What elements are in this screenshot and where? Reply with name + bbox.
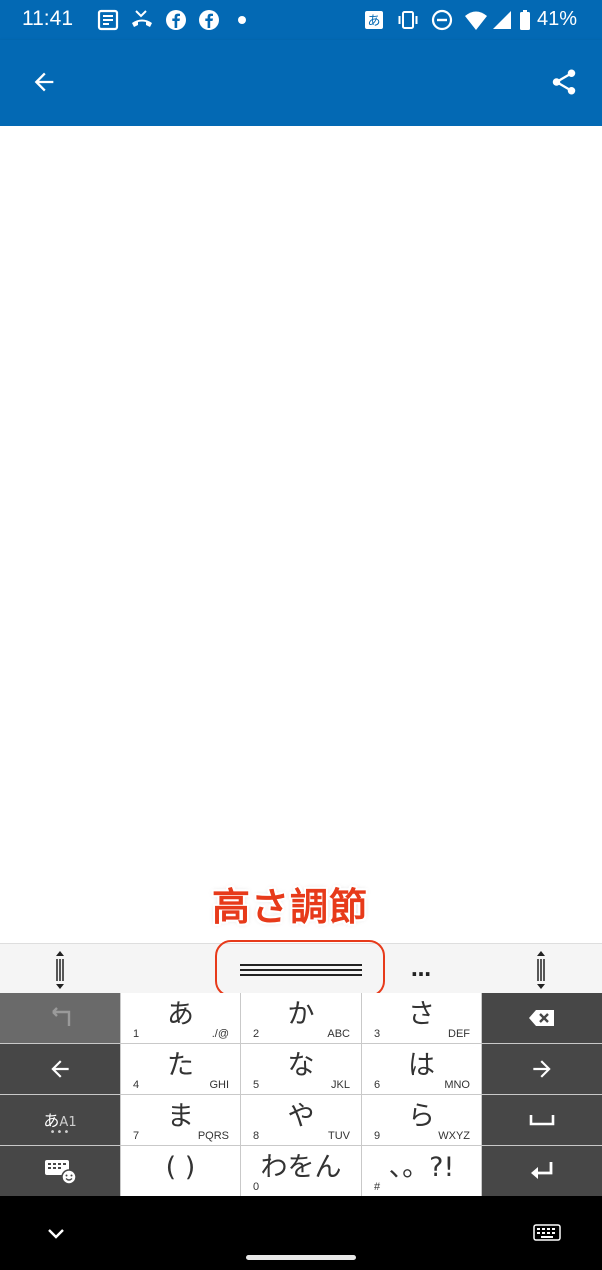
app-bar [0,40,602,126]
key-na-row[interactable]: な 5 JKL [241,1044,361,1094]
content-area [0,126,602,944]
input-mode-key[interactable]: あA1 ••• [0,1095,120,1145]
do-not-disturb-icon [430,8,454,32]
chevron-down-icon [48,1229,64,1239]
share-icon [552,69,576,95]
wifi-icon [464,8,488,32]
share-button[interactable] [542,60,586,104]
keyboard: あ 1 ./@ か 2 ABC さ 3 DEF た 4 GHI な 5 JKL … [0,993,602,1196]
vibrate-icon [396,8,420,32]
key-punctuation[interactable]: 、。?! # [362,1146,481,1196]
keyboard-emoji-key[interactable] [0,1146,120,1196]
key-ka-row[interactable]: か 2 ABC [241,993,361,1043]
facebook-icon [197,8,221,32]
facebook-icon [164,8,188,32]
arrow-back-icon [34,72,54,92]
svg-text:あ: あ [367,14,380,29]
back-button[interactable] [22,60,66,104]
home-gesture-pill[interactable] [246,1255,356,1260]
annotation-label: 高さ調節 [212,885,369,929]
key-ha-row[interactable]: は 6 MNO [362,1044,481,1094]
resize-handle-icon [56,951,64,989]
keyboard-icon [533,1224,561,1241]
undo-icon [52,1007,71,1026]
keyboard-emoji-icon [45,1160,77,1185]
signal-icon [490,8,514,32]
status-bar: 11:41 あ 41% [0,0,602,40]
undo-key[interactable] [0,993,120,1043]
collapse-keyboard-button[interactable] [40,1218,72,1250]
switch-keyboard-button[interactable] [530,1218,564,1248]
key-sa-row[interactable]: さ 3 DEF [362,993,481,1043]
key-brackets[interactable]: ( ) [121,1146,240,1196]
cursor-right-key[interactable] [482,1044,602,1094]
key-ma-row[interactable]: ま 7 PQRS [121,1095,240,1145]
arrow-right-icon [533,1060,551,1078]
keyboard-height-drag-bar[interactable] [240,963,362,979]
news-icon [96,8,120,32]
space-key[interactable] [482,1095,602,1145]
backspace-key[interactable] [482,993,602,1043]
enter-icon [531,1162,553,1179]
battery-percentage: 41% [537,8,578,30]
status-time: 11:41 [22,7,73,30]
key-a-row[interactable]: あ 1 ./@ [121,993,240,1043]
arrow-left-icon [51,1060,69,1078]
cursor-left-key[interactable] [0,1044,120,1094]
missed-call-icon [130,8,154,32]
enter-key[interactable] [482,1146,602,1196]
key-ya-row[interactable]: や 8 TUV [241,1095,361,1145]
navigation-bar [0,1196,602,1270]
ime-icon: あ [362,8,386,32]
backspace-icon [529,1010,554,1026]
more-options-button[interactable]: … [406,959,436,983]
resize-handle-icon [537,951,545,989]
resize-handle-left[interactable] [52,950,68,990]
key-ra-row[interactable]: ら 9 WXYZ [362,1095,481,1145]
battery-icon [513,8,537,32]
key-wa-row[interactable]: わをん 0 [241,1146,361,1196]
key-ta-row[interactable]: た 4 GHI [121,1044,240,1094]
space-icon [529,1115,555,1126]
resize-handle-right[interactable] [533,950,549,990]
dot-icon [230,8,254,32]
